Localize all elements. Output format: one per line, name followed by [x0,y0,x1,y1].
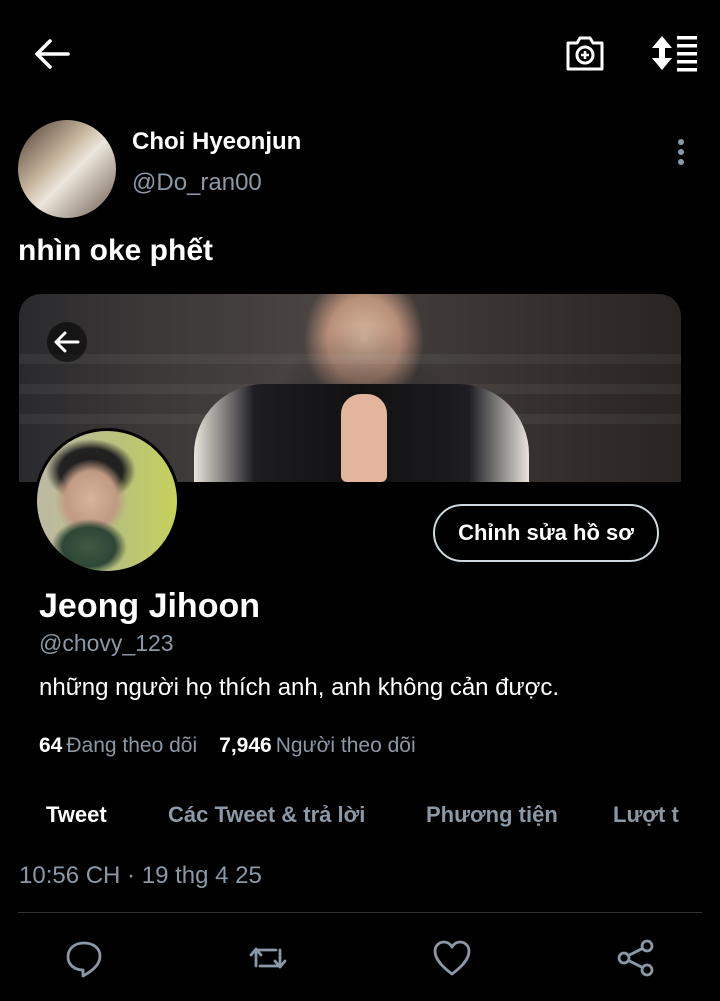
reply-icon [66,941,102,978]
tweet-media-image[interactable]: Chỉnh sửa hồ sơ Jeong Jihoon @chovy_123 … [19,294,681,894]
arrow-left-icon [35,39,70,69]
following-stat: 64 Đang theo dõi [39,734,197,758]
following-count: 64 [39,734,63,757]
tweet-text: nhìn oke phết [18,234,213,267]
more-vertical-icon [678,139,684,165]
profile-back-button [47,322,87,362]
tab-media: Phương tiện [426,802,558,827]
sort-icon [652,36,697,72]
share-button[interactable] [614,936,658,980]
author-handle[interactable]: @Do_ran00 [132,169,262,197]
like-button[interactable] [430,936,474,980]
tab-likes: Lượt t [613,802,679,827]
reply-button[interactable] [62,936,106,980]
camera-button[interactable] [562,30,608,76]
share-icon [617,939,654,977]
profile-stats: 64 Đang theo dõi 7,946 Người theo dõi [39,734,416,758]
profile-name: Jeong Jihoon [39,587,260,625]
banner-hands [341,394,387,482]
retweet-icon [249,947,287,969]
profile-avatar [34,428,180,574]
followers-stat: 7,946 Người theo dõi [219,734,415,758]
camera-plus-icon [566,36,604,71]
tab-tweets-replies: Các Tweet & trả lời [168,802,366,827]
followers-count: 7,946 [219,734,272,757]
followers-label: Người theo dõi [275,734,416,757]
author-name[interactable]: Choi Hyeonjun [132,128,301,156]
more-options-button[interactable] [668,136,694,168]
divider [18,912,702,913]
profile-tabs: Tweet Các Tweet & trả lời Phương tiện Lư… [19,802,681,842]
author-avatar[interactable] [18,120,116,218]
heart-icon [433,940,471,976]
sort-button[interactable] [648,30,700,76]
retweet-button[interactable] [246,936,290,980]
following-label: Đang theo dõi [66,734,198,757]
arrow-left-icon [54,331,80,353]
tweet-timestamp: 10:56 CH · 19 thg 4 25 [19,862,262,889]
back-button[interactable] [30,32,74,76]
profile-bio: những người họ thích anh, anh không cản … [39,674,560,701]
tab-tweets: Tweet [46,802,107,827]
profile-handle: @chovy_123 [39,630,174,656]
edit-profile-button: Chỉnh sửa hồ sơ [433,504,659,562]
